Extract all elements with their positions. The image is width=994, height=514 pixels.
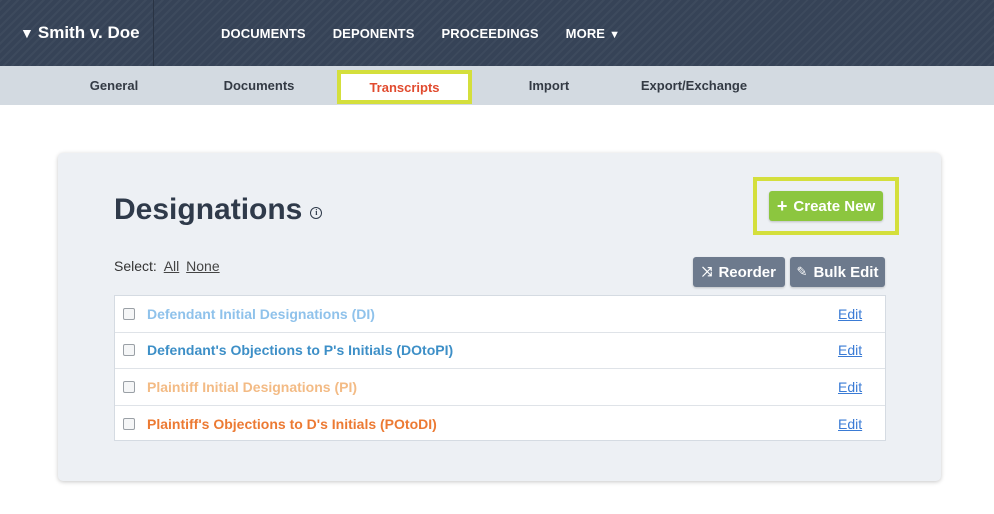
designation-label[interactable]: Plaintiff Initial Designations (PI) — [147, 379, 357, 395]
designations-card: Designations i + Create New Select: All … — [58, 153, 941, 481]
nav-documents[interactable]: DOCUMENTS — [221, 26, 306, 41]
nav-more-label: MORE — [565, 25, 606, 41]
row-checkbox[interactable] — [123, 380, 135, 393]
nav-proceedings[interactable]: PROCEEDINGS — [442, 26, 539, 41]
tab-general[interactable]: General — [78, 66, 150, 105]
select-none-link[interactable]: None — [186, 258, 219, 274]
shuffle-icon: ⤨ — [702, 264, 713, 279]
reorder-button[interactable]: ⤨ Reorder — [693, 257, 785, 287]
select-controls: Select: All None — [114, 258, 220, 274]
bulk-edit-button[interactable]: ✎ Bulk Edit — [790, 257, 885, 287]
edit-link[interactable]: Edit — [838, 416, 862, 432]
list-item: Defendant Initial Designations (DI) Edit — [115, 296, 885, 333]
reorder-label: Reorder — [718, 263, 776, 281]
select-label: Select: — [114, 258, 157, 274]
nav-more[interactable]: MORE ▼ — [566, 26, 620, 41]
designation-label[interactable]: Defendant's Objections to P's Initials (… — [147, 342, 453, 358]
sub-navbar: General Documents Transcripts Import Exp… — [0, 66, 994, 105]
page-title: Designations i — [114, 193, 323, 227]
designations-title: Designations — [114, 193, 303, 226]
list-item: Defendant's Objections to P's Initials (… — [115, 333, 885, 369]
top-navbar: ▼ Smith v. Doe DOCUMENTS DEPONENTS PROCE… — [0, 0, 994, 66]
create-new-highlight: + Create New — [753, 177, 899, 235]
nav-deponents[interactable]: DEPONENTS — [333, 26, 415, 41]
row-checkbox[interactable] — [123, 344, 135, 357]
create-new-label: Create New — [793, 197, 876, 215]
row-checkbox[interactable] — [123, 307, 135, 320]
edit-link[interactable]: Edit — [838, 379, 862, 395]
edit-link[interactable]: Edit — [838, 342, 862, 358]
case-selector[interactable]: ▼ Smith v. Doe — [0, 0, 154, 66]
plus-icon: + — [776, 196, 788, 216]
caret-down-icon: ▼ — [20, 25, 34, 41]
tab-export-exchange[interactable]: Export/Exchange — [636, 66, 752, 105]
tab-transcripts[interactable]: Transcripts — [337, 70, 472, 104]
designations-list: Defendant Initial Designations (DI) Edit… — [114, 295, 886, 441]
select-all-link[interactable]: All — [164, 258, 180, 274]
tab-import[interactable]: Import — [520, 66, 578, 105]
main-nav: DOCUMENTS DEPONENTS PROCEEDINGS MORE ▼ — [221, 0, 647, 66]
caret-down-icon: ▼ — [609, 28, 621, 41]
list-item: Plaintiff's Objections to D's Initials (… — [115, 406, 885, 443]
row-checkbox[interactable] — [123, 417, 135, 430]
create-new-button[interactable]: + Create New — [769, 191, 883, 221]
info-icon[interactable]: i — [310, 207, 323, 219]
designation-label[interactable]: Defendant Initial Designations (DI) — [147, 306, 375, 322]
designation-label[interactable]: Plaintiff's Objections to D's Initials (… — [147, 416, 437, 432]
pencil-icon: ✎ — [796, 264, 808, 279]
list-item: Plaintiff Initial Designations (PI) Edit — [115, 369, 885, 406]
bulk-edit-label: Bulk Edit — [813, 263, 879, 281]
edit-link[interactable]: Edit — [838, 306, 862, 322]
tab-documents[interactable]: Documents — [218, 66, 300, 105]
case-title: Smith v. Doe — [37, 23, 140, 42]
